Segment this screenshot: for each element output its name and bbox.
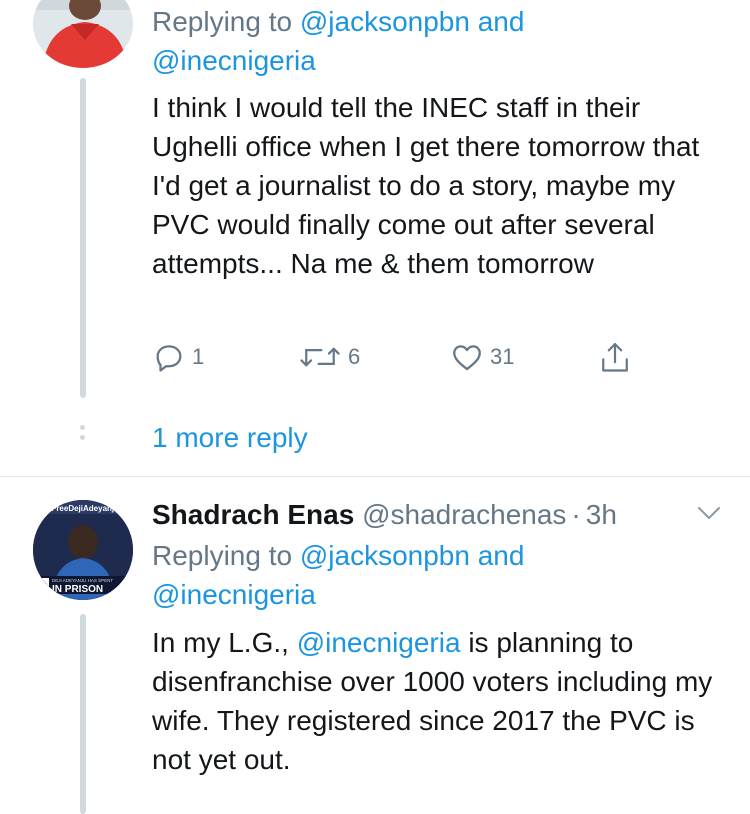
retweet-count: 6 bbox=[348, 344, 361, 369]
like-count: 31 bbox=[490, 344, 515, 369]
chevron-down-icon bbox=[698, 507, 720, 519]
mention-link[interactable]: @inecnigeria bbox=[297, 627, 461, 658]
avatar-photo bbox=[33, 0, 133, 68]
tweet-text: In my L.G., @inecnigeria is planning to … bbox=[152, 623, 722, 779]
avatar-badge-number: 50 bbox=[37, 581, 47, 591]
like-button[interactable]: 31 bbox=[450, 340, 514, 374]
replying-and[interactable]: and bbox=[478, 6, 525, 37]
tweet-text-part: In my L.G., bbox=[152, 627, 297, 658]
mention-link[interactable]: @jacksonpbn bbox=[300, 6, 470, 37]
avatar[interactable]: #FreeDejiAdeyanju 50 DEJI ADEYANJU HAS S… bbox=[33, 500, 133, 600]
tweet-header: Shadrach Enas @shadrachenas · 3h bbox=[152, 497, 617, 533]
replying-to-prefix: Replying to bbox=[152, 6, 293, 37]
chevron-down-button[interactable] bbox=[694, 500, 724, 531]
reply-button[interactable]: 1 bbox=[152, 340, 204, 374]
replying-and[interactable]: and bbox=[478, 540, 525, 571]
thread-line bbox=[80, 614, 86, 814]
avatar-photo: #FreeDejiAdeyanju 50 DEJI ADEYANJU HAS S… bbox=[33, 500, 133, 600]
thread-line bbox=[80, 78, 86, 398]
thread-dots bbox=[80, 425, 85, 445]
user-handle[interactable]: @shadrachenas bbox=[362, 499, 566, 530]
tweet-text: I think I would tell the INEC staff in t… bbox=[152, 92, 700, 279]
mention-link[interactable]: @jacksonpbn bbox=[300, 540, 470, 571]
more-replies-link[interactable]: 1 more reply bbox=[152, 418, 308, 457]
separator: · bbox=[571, 499, 581, 530]
reply-icon bbox=[156, 345, 182, 372]
mention-link[interactable]: @inecnigeria bbox=[152, 579, 316, 610]
mention-link[interactable]: @inecnigeria bbox=[152, 45, 316, 76]
replying-to: Replying to @jacksonpbn and @inecnigeria bbox=[152, 536, 712, 614]
like-icon bbox=[453, 345, 481, 371]
avatar-badge-main: IN PRISON bbox=[52, 584, 103, 595]
avatar[interactable] bbox=[33, 0, 133, 68]
avatar-top-text: #FreeDejiAdeyanju bbox=[47, 504, 119, 513]
replying-to-prefix: Replying to bbox=[152, 540, 293, 571]
share-button[interactable] bbox=[598, 340, 632, 376]
replying-to: Replying to @jacksonpbn and @inecnigeria bbox=[152, 2, 712, 80]
divider bbox=[0, 476, 750, 477]
retweet-icon bbox=[300, 347, 340, 367]
avatar-badge-small: DEJI ADEYANJU HAS SPENT bbox=[52, 578, 113, 583]
retweet-button[interactable]: 6 bbox=[298, 340, 360, 374]
reply-count: 1 bbox=[192, 344, 205, 369]
tweet-time[interactable]: 3h bbox=[586, 499, 617, 530]
share-icon bbox=[602, 343, 628, 372]
display-name[interactable]: Shadrach Enas bbox=[152, 499, 354, 530]
